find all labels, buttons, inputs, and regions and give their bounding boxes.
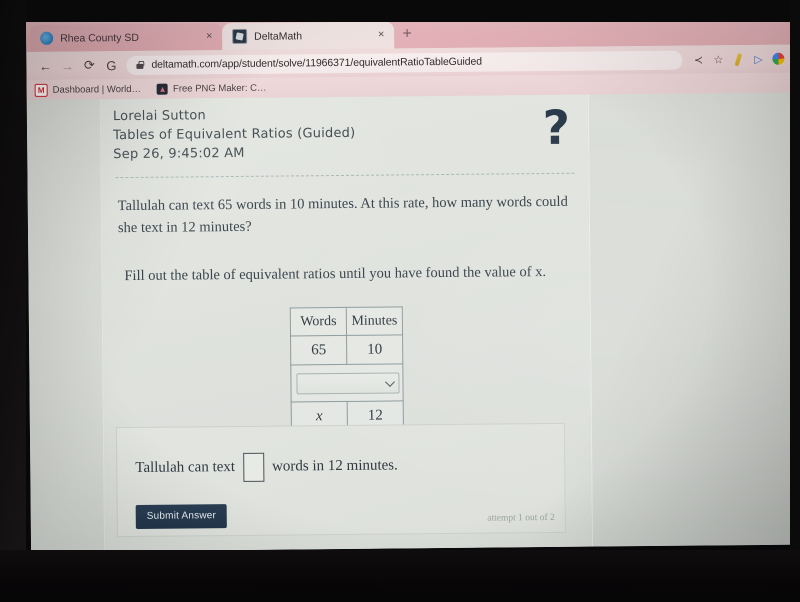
ratio-operation-select-cell[interactable]: [290, 363, 404, 402]
profile-avatar-icon[interactable]: [768, 49, 788, 69]
bookmark-free-png-maker[interactable]: ▲ Free PNG Maker: C…: [156, 82, 267, 95]
help-question-icon[interactable]: ?: [543, 101, 571, 156]
header-divider: [115, 172, 575, 179]
url-text: deltamath.com/app/student/solve/11966371…: [151, 55, 482, 71]
deltamath-icon: [232, 28, 248, 45]
ratio-operation-select[interactable]: [296, 371, 400, 394]
answer-sentence: Tallulah can text words in 12 minutes.: [117, 424, 565, 483]
tab-title: DeltaMath: [254, 29, 303, 43]
lock-icon: [135, 60, 144, 69]
ratio-table-wrapper: Words Minutes 65 10 x 12: [115, 305, 579, 433]
monitor-bezel-right: [790, 0, 800, 602]
table-row-select: [290, 363, 404, 402]
close-icon[interactable]: ×: [374, 28, 388, 42]
bookmark-label: Free PNG Maker: C…: [172, 82, 267, 95]
share-icon[interactable]: ≺: [688, 49, 708, 69]
reload-icon[interactable]: ⟳: [78, 54, 100, 76]
png-maker-icon: ▲: [156, 83, 169, 95]
browser-tab-deltamath[interactable]: DeltaMath ×: [222, 21, 395, 51]
monitor-bezel-top: [0, 0, 800, 22]
table-row: 65 10: [290, 334, 403, 365]
answer-suffix: words in 12 minutes.: [271, 457, 398, 475]
monitor-bezel-bottom: [0, 550, 800, 602]
cell-words-1: 65: [290, 335, 347, 365]
answer-input[interactable]: [242, 452, 265, 482]
monitor-bezel-left: [0, 0, 26, 602]
problem-statement: Tallulah can text 65 words in 10 minutes…: [117, 193, 568, 237]
google-search-icon[interactable]: G: [100, 54, 122, 76]
mcgraw-m-icon: M: [34, 83, 48, 97]
column-header-words: Words: [290, 307, 347, 336]
problem-card: ? Lorelai Sutton Tables of Equivalent Ra…: [100, 94, 593, 552]
submit-row: Submit Answer attempt 1 out of 2: [117, 479, 564, 529]
table-header-row: Words Minutes: [290, 306, 403, 336]
cursor-extension-icon[interactable]: ▷: [748, 49, 768, 69]
answer-prefix: Tallulah can text: [135, 459, 236, 476]
assignment-header: Lorelai Sutton Tables of Equivalent Rati…: [113, 95, 577, 164]
column-header-minutes: Minutes: [346, 306, 403, 336]
submit-answer-button[interactable]: Submit Answer: [135, 504, 228, 529]
close-icon[interactable]: ×: [202, 30, 216, 44]
cell-minutes-1: 10: [346, 334, 403, 365]
back-icon[interactable]: ←: [34, 55, 56, 77]
browser-tab-rhea-county-sd[interactable]: Rhea County SD ×: [30, 23, 223, 52]
new-tab-button[interactable]: +: [398, 25, 416, 43]
cloud-icon: [40, 31, 54, 45]
attempt-counter: attempt 1 out of 2: [487, 512, 555, 524]
page-viewport: ? Lorelai Sutton Tables of Equivalent Ra…: [26, 92, 800, 552]
tab-title: Rhea County SD: [60, 31, 140, 45]
address-bar[interactable]: deltamath.com/app/student/solve/11966371…: [126, 50, 683, 75]
timestamp: Sep 26, 9:45:02 AM: [113, 145, 245, 163]
bookmark-dashboard-world[interactable]: M Dashboard | World…: [34, 82, 142, 97]
sub-prompt: Fill out the table of equivalent ratios …: [124, 264, 547, 285]
forward-icon[interactable]: →: [56, 54, 78, 76]
answer-panel: Tallulah can text words in 12 minutes. S…: [115, 422, 566, 538]
equivalent-ratio-table: Words Minutes 65 10 x 12: [289, 306, 404, 432]
chevron-down-icon: [385, 376, 395, 387]
pen-extension-icon[interactable]: [728, 49, 748, 69]
monitor-screen: Rhea County SD × DeltaMath × + ← → ⟳ G d…: [26, 14, 800, 552]
photo-of-screen: Rhea County SD × DeltaMath × + ← → ⟳ G d…: [0, 0, 800, 602]
bookmark-label: Dashboard | World…: [52, 83, 142, 96]
bookmark-star-icon[interactable]: ☆: [708, 49, 728, 69]
toolbar-icon-group: ≺ ☆ ▷: [688, 49, 788, 70]
